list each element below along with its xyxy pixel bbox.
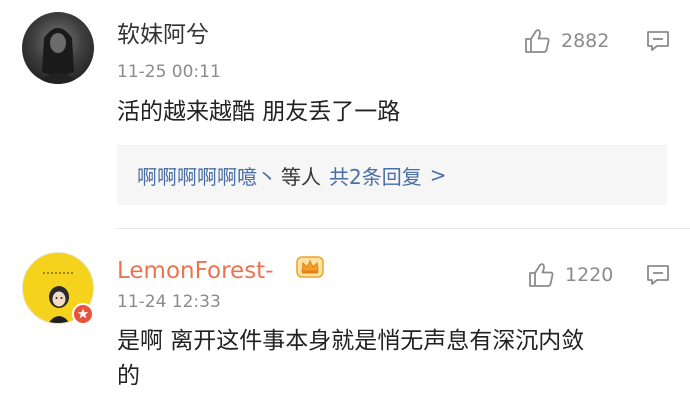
comment-text: 是啊 离开这件事本身就是悄无声息有深沉内敛的 [117, 328, 585, 389]
thumbs-up-icon[interactable] [524, 28, 551, 54]
like-count: 1220 [565, 264, 614, 286]
username[interactable]: 软妹阿兮 [117, 21, 209, 49]
timestamp: 11-25 00:11 [117, 62, 221, 82]
like-count: 2882 [561, 30, 610, 52]
comment-reply-icon[interactable] [646, 30, 670, 52]
comment-item: LemonForest- 11-24 12:33 1220 是啊 离开这件事本身… [0, 230, 690, 407]
reply-authors[interactable]: 啊啊啊啊啊噫丶 [137, 161, 277, 190]
reply-total-link[interactable]: 共2条回复 [329, 161, 422, 190]
comment-list: 软妹阿兮 11-25 00:11 2882 活的越来越酷 朋友丢了一路 啊啊啊啊… [0, 0, 690, 407]
username[interactable]: LemonForest- [117, 257, 274, 285]
comment-item: 软妹阿兮 11-25 00:11 2882 活的越来越酷 朋友丢了一路 啊啊啊啊… [0, 0, 690, 230]
comment-reply-icon[interactable] [646, 264, 670, 286]
timestamp: 11-24 12:33 [117, 292, 221, 312]
comment-text: 活的越来越酷 朋友丢了一路 [117, 99, 401, 125]
verified-badge-icon [72, 303, 94, 325]
replies-preview[interactable]: 啊啊啊啊啊噫丶 等人 共2条回复 > [117, 145, 667, 205]
user-avatar[interactable] [22, 12, 94, 84]
thumbs-up-icon[interactable] [528, 262, 555, 288]
like-button[interactable]: 1220 [528, 261, 613, 289]
vip-crown-icon[interactable] [296, 256, 324, 278]
like-button[interactable]: 2882 [524, 27, 609, 55]
reply-authors-suffix: 等人 [281, 164, 321, 189]
divider [117, 228, 690, 229]
chevron-right-icon[interactable]: > [430, 163, 447, 187]
